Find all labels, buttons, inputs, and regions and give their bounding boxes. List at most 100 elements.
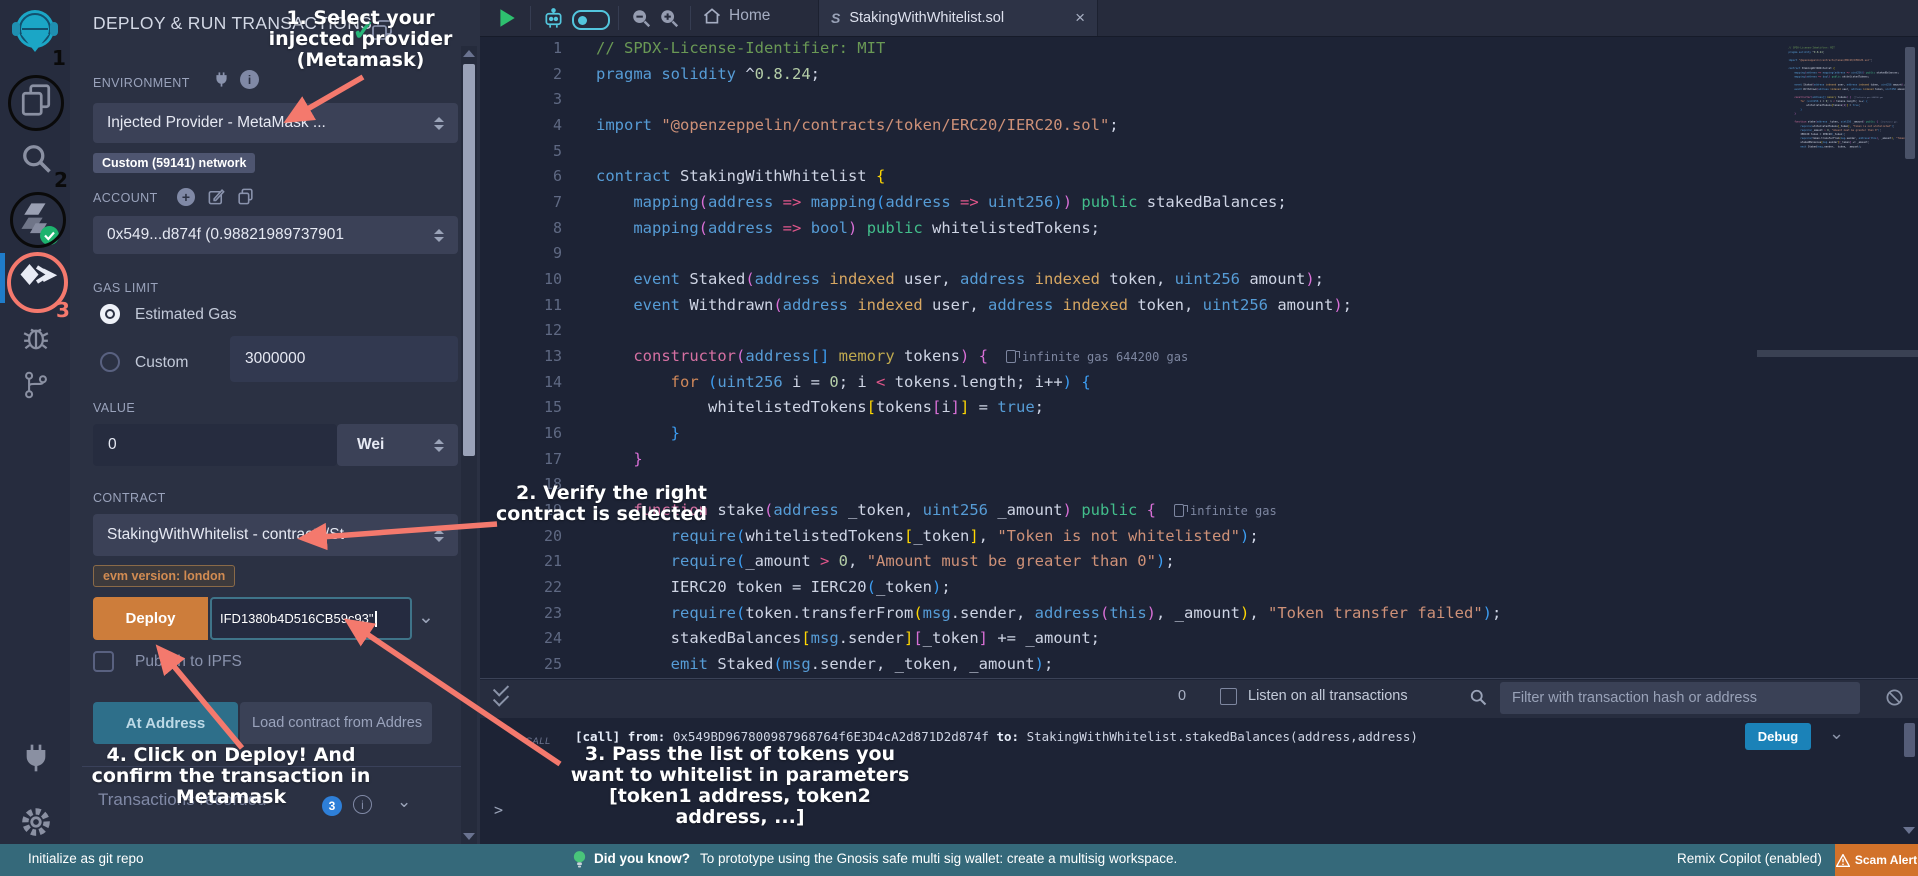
editor-area: Home S StakingWithWhitelist.sol × 1// SP… [480,0,1918,844]
listen-all-transactions-checkbox[interactable] [1220,688,1237,705]
lightbulb-icon [572,850,587,874]
log-expand-chevron-icon[interactable]: ⌄ [1829,723,1844,744]
terminal-prompt[interactable]: > [494,801,503,819]
account-select[interactable]: 0x549...d874f (0.98821989737901 [93,216,458,254]
tip-text: To prototype using the Gnosis safe multi… [700,851,1177,866]
code-line: 14 for (uint256 i = 0; i < tokens.length… [480,370,1918,396]
code-editor[interactable]: 1// SPDX-License-Identifier: MIT2pragma … [480,36,1918,678]
code-line: 2pragma solidity ^0.8.24; [480,62,1918,88]
zoom-in-icon[interactable] [658,7,680,34]
zoom-out-icon[interactable] [630,7,652,34]
deploy-params-value: IFD1380b4D516CB59c93" [220,611,374,626]
value-unit: Wei [357,436,384,454]
annotation-step4: 4. Click on Deploy! Andconfirm the trans… [78,745,384,808]
debug-button[interactable]: Debug [1745,723,1811,750]
editor-minimap[interactable]: 1// SPDX-License-Identifier: MIT2pragma … [1783,46,1905,166]
tab-home[interactable]: Home [702,6,770,26]
editor-scrollbar-thumb[interactable] [1905,47,1915,159]
estimated-gas-label: Estimated Gas [135,306,237,324]
status-bar: Initialize as git repo Did you know? To … [0,844,1918,876]
annotation-marker-1: 1 [52,46,66,70]
scam-alert-label: Scam Alert [1855,853,1917,867]
code-line: 12 [480,318,1918,344]
terminal-scrollbar-thumb[interactable] [1904,723,1915,757]
settings-gear-icon[interactable] [19,805,53,839]
terminal-collapse-icon[interactable] [494,685,508,705]
custom-gas-value: 3000000 [245,350,305,368]
code-line: 25 emit Staked(msg.sender, _token, _amou… [480,652,1918,678]
environment-label: ENVIRONMENT [93,76,190,90]
custom-gas-radio[interactable] [100,352,120,372]
copy-account-icon[interactable] [236,187,255,206]
sign-message-icon[interactable] [207,187,226,206]
gas-limit-label: GAS LIMIT [93,281,158,295]
contract-select[interactable]: StakingWithWhitelist - contracts/St [93,514,458,556]
terminal-scroll-down-arrow[interactable] [1903,827,1915,834]
at-address-button[interactable]: At Address [93,702,238,744]
select-stepper-icon [434,117,444,130]
home-label: Home [729,7,770,25]
at-address-value: Load contract from Addres [252,715,422,731]
debugger-icon[interactable] [21,322,51,352]
code-line: 20 require(whitelistedTokens[_token], "T… [480,524,1918,550]
add-account-icon[interactable]: + [177,188,195,206]
evm-version-badge: evm version: london [93,565,235,587]
code-line: 15 whitelistedTokens[tokens[i]] = true; [480,395,1918,421]
custom-gas-label: Custom [135,354,188,372]
annotation-step1: 1. Select yourinjected provider(Metamask… [253,8,468,71]
transactions-expand-chevron-icon[interactable]: ⌄ [397,792,411,812]
scroll-down-arrow[interactable] [463,833,475,840]
select-stepper-icon [434,529,444,542]
panel-scrollbar[interactable] [461,46,477,844]
tab-close-icon[interactable]: × [1075,8,1085,28]
deploy-run-panel: DEPLOY & RUN TRANSACTIONS ENVIRONMENT i … [70,0,480,844]
environment-select[interactable]: Injected Provider - MetaMask ... [93,103,458,143]
remix-copilot-status[interactable]: Remix Copilot (enabled) [1677,851,1822,866]
clear-console-icon[interactable] [1885,688,1904,712]
deploy-params-input[interactable]: IFD1380b4D516CB59c93" [210,597,412,640]
run-script-icon[interactable] [496,7,518,34]
terminal-search-icon[interactable] [1468,687,1488,712]
warning-icon [1836,854,1850,867]
code-line: 25 emit Staked(msg.sender, _token, _amou… [1783,145,1905,149]
plugin-manager-icon[interactable] [20,742,52,774]
code-line: 17 } [480,447,1918,473]
environment-value: Injected Provider - MetaMask ... [107,114,326,132]
contract-value: StakingWithWhitelist - contracts/St [107,526,344,544]
transaction-filter-input[interactable] [1500,682,1860,714]
value-input[interactable]: 0 [93,424,337,466]
deploy-expand-chevron-icon[interactable]: ⌄ [418,606,434,629]
publish-ipfs-checkbox[interactable] [93,651,114,672]
at-address-input[interactable]: Load contract from Addres [240,702,432,744]
annotation-step2: 2. Verify the rightcontract is selected [455,483,707,525]
network-badge: Custom (59141) network [93,153,255,173]
active-plugin-indicator [0,253,5,303]
init-git-repo-button[interactable]: Initialize as git repo [28,851,144,866]
deploy-button[interactable]: Deploy [93,597,208,640]
code-line: 22 IERC20 token = IERC20(_token); [480,575,1918,601]
theme-toggle-icon[interactable] [572,10,610,30]
source-control-icon[interactable] [22,370,50,400]
custom-gas-input[interactable]: 3000000 [230,336,458,382]
solidity-file-icon: S [831,10,840,26]
code-line: 13 constructor(address[] memory tokens) … [480,344,1918,370]
value-amount: 0 [108,436,117,454]
environment-plug-icon[interactable] [213,71,230,88]
environment-info-icon[interactable]: i [240,70,259,89]
publish-ipfs-label: Publish to IPFS [135,653,242,671]
remixai-robot-icon[interactable] [542,8,565,34]
scam-alert-button[interactable]: Scam Alert [1835,844,1918,876]
value-label: VALUE [93,401,135,415]
annotation-marker-3: 3 [56,298,70,322]
panel-scrollbar-thumb[interactable] [463,64,475,456]
value-unit-select[interactable]: Wei [337,424,458,466]
code-line: 5 [480,139,1918,165]
code-line: 9 [480,241,1918,267]
annotation-marker-2: 2 [54,168,68,192]
code-line: 8 mapping(address => bool) public whitel… [480,216,1918,242]
search-icon[interactable] [18,140,54,176]
code-line: 4import "@openzeppelin/contracts/token/E… [480,113,1918,139]
estimated-gas-radio[interactable] [100,304,120,324]
log-entry[interactable]: [call] from: 0x549BD967800987968764f6E3D… [575,729,1418,744]
tab-staking-with-whitelist[interactable]: S StakingWithWhitelist.sol × [818,0,1098,36]
